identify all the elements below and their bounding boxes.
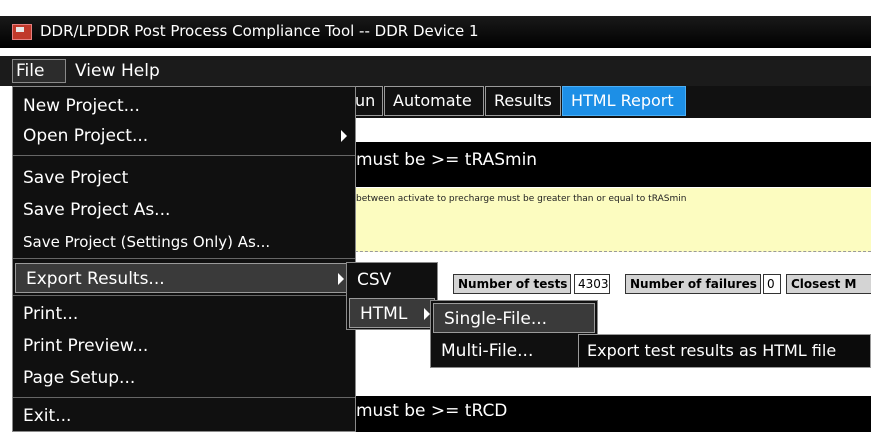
menu-item-new-project[interactable]: New Project... [13, 91, 355, 121]
title-bar: DDR/LPDDR Post Process Compliance Tool -… [0, 16, 871, 48]
menu-separator [13, 397, 355, 398]
menu-item-label: HTML [360, 304, 408, 324]
html-submenu: Single-File... Multi-File... [430, 300, 598, 368]
menu-item-save-project[interactable]: Save Project [13, 163, 355, 193]
app-logo-icon [12, 24, 32, 40]
closest-margin-label: Closest M [786, 274, 871, 294]
menu-bar: File View Help [0, 56, 871, 86]
tests-count-value: 4303 [574, 274, 610, 294]
menu-item-export-results[interactable]: Export Results... [15, 263, 353, 293]
requirement-header: must be >= tRASmin [340, 142, 871, 187]
file-menu: New Project... Open Project... Save Proj… [12, 86, 356, 432]
tab-automate[interactable]: Automate [384, 86, 484, 116]
submenu-arrow-icon [338, 273, 344, 285]
menu-item-save-project-as[interactable]: Save Project As... [13, 195, 355, 225]
note-text: between activate to precharge must be gr… [356, 194, 687, 204]
export-submenu: CSV HTML [346, 262, 438, 330]
failures-count-label: Number of failures [625, 274, 761, 294]
failures-count-value: 0 [763, 274, 781, 294]
menu-separator [13, 155, 355, 156]
tab-results[interactable]: Results [485, 86, 561, 116]
menu-item-csv[interactable]: CSV [347, 265, 437, 295]
requirement-header-2: must be >= tRCD [340, 396, 871, 432]
menu-item-multi-file[interactable]: Multi-File... [431, 336, 597, 366]
submenu-arrow-icon [341, 130, 347, 142]
menu-item-page-setup[interactable]: Page Setup... [13, 363, 355, 393]
menu-item-single-file[interactable]: Single-File... [433, 303, 595, 333]
menu-help[interactable]: Help [118, 59, 163, 83]
tooltip: Export test results as HTML file [578, 334, 871, 368]
menu-file[interactable]: File [12, 59, 66, 83]
menu-view[interactable]: View [72, 59, 118, 83]
requirement-text: must be >= tRASmin [356, 150, 538, 170]
menu-separator [13, 258, 355, 259]
menu-item-exit[interactable]: Exit... [13, 401, 355, 431]
tab-strip: un Automate Results HTML Report [340, 86, 871, 118]
tab-html-report[interactable]: HTML Report [562, 86, 686, 116]
menu-item-print[interactable]: Print... [13, 299, 355, 329]
menu-item-open-project[interactable]: Open Project... [13, 121, 355, 151]
requirement-text-2: must be >= tRCD [356, 401, 508, 421]
requirement-note: between activate to precharge must be gr… [340, 188, 871, 252]
menu-item-print-preview[interactable]: Print Preview... [13, 331, 355, 361]
menu-item-label: Export Results... [26, 269, 165, 289]
tests-count-label: Number of tests [453, 274, 571, 294]
menu-item-html[interactable]: HTML [349, 298, 435, 328]
window-title: DDR/LPDDR Post Process Compliance Tool -… [40, 22, 479, 40]
menu-item-label: Open Project... [23, 126, 149, 146]
menu-separator [13, 295, 355, 296]
menu-item-save-settings-only[interactable]: Save Project (Settings Only) As... [13, 227, 355, 257]
